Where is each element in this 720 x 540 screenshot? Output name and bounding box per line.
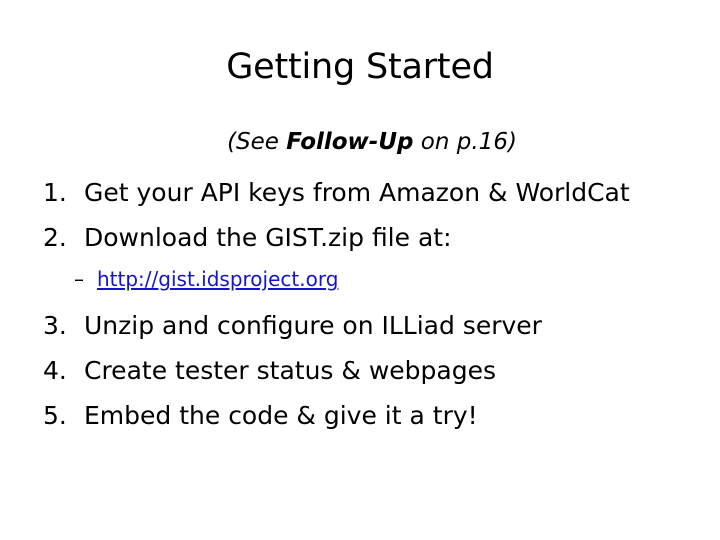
page-title: Getting Started <box>226 47 494 87</box>
list-item: 5. Embed the code & give it a try! <box>0 403 720 428</box>
numbered-steps-list: 1. Get your API keys from Amazon & World… <box>0 180 720 428</box>
list-item: 2. Download the GIST.zip file at: <box>0 225 720 250</box>
subtitle-prefix: (See <box>227 129 287 155</box>
list-item-label: Create tester status & webpages <box>84 355 496 385</box>
list-item-marker: 1. <box>43 177 67 207</box>
slide-canvas: Getting Started (See Follow-Up on p.16) … <box>0 0 720 540</box>
gist-download-link[interactable]: http://gist.idsproject.org <box>97 267 338 291</box>
subtitle-suffix: on p.16) <box>413 129 517 155</box>
sub-list-item: – http://gist.idsproject.org <box>0 269 720 289</box>
list-item-label: Get your API keys from Amazon & WorldCat <box>84 177 630 207</box>
subtitle-reference: (See Follow-Up on p.16) <box>0 128 720 158</box>
list-item: 3. Unzip and configure on ILLiad server <box>0 313 720 338</box>
list-item: 1. Get your API keys from Amazon & World… <box>0 180 720 205</box>
list-item-marker: 4. <box>43 355 67 385</box>
list-item-marker: 2. <box>43 222 67 252</box>
subtitle-emphasis: Follow-Up <box>286 129 414 155</box>
list-item: 4. Create tester status & webpages <box>0 358 720 383</box>
list-item-label: Download the GIST.zip file at: <box>84 222 452 252</box>
list-item-marker: 5. <box>43 400 67 430</box>
dash-bullet-icon: – <box>74 266 84 291</box>
slide-body: (See Follow-Up on p.16) 1. Get your API … <box>0 128 720 428</box>
list-item-marker: 3. <box>43 310 67 340</box>
list-item-label: Embed the code & give it a try! <box>84 400 478 430</box>
list-item-label: Unzip and configure on ILLiad server <box>84 310 542 340</box>
